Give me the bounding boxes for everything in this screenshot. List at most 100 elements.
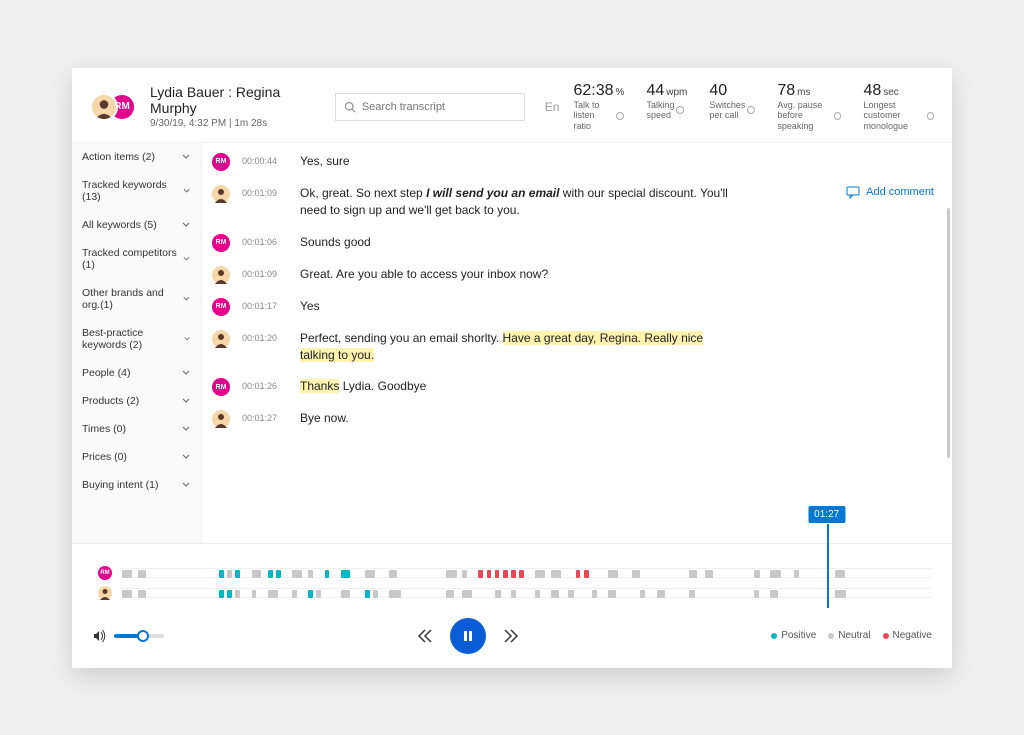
utterance-text: Perfect, sending you an email shorlty. H… xyxy=(300,330,730,365)
audio-segment xyxy=(219,590,224,598)
waveform-regina[interactable] xyxy=(122,568,932,578)
timestamp: 00:01:27 xyxy=(242,410,288,423)
legend-positive: Positive xyxy=(771,630,816,641)
info-icon[interactable] xyxy=(747,106,755,114)
audio-segment xyxy=(592,590,597,598)
transcript-row[interactable]: 00:01:09 Ok, great. So next step I will … xyxy=(212,185,934,220)
track-lydia xyxy=(122,584,932,602)
metric: 78ms Avg. pausebefore speaking xyxy=(777,82,841,132)
utterance-text: Thanks Lydia. Goodbye xyxy=(300,378,426,395)
sidebar-item-label: All keywords (5) xyxy=(82,219,157,231)
audio-segment xyxy=(122,570,132,578)
sidebar-item-label: Best-practice keywords (2) xyxy=(82,327,183,351)
audio-segment xyxy=(835,570,845,578)
transcript-row[interactable]: RM 00:01:17 Yes xyxy=(212,298,934,316)
speaker-avatar: RM xyxy=(212,234,230,252)
add-comment-button[interactable]: Add comment xyxy=(846,185,934,199)
audio-segment xyxy=(657,590,665,598)
dot-negative-icon xyxy=(883,633,889,639)
audio-segment xyxy=(551,590,559,598)
audio-segment xyxy=(770,570,781,578)
pause-button[interactable] xyxy=(450,618,486,654)
forward-button[interactable] xyxy=(502,627,520,645)
sidebar: Action items (2)Tracked keywords (13) All… xyxy=(72,143,202,543)
audio-segment xyxy=(632,570,640,578)
audio-segment xyxy=(219,570,224,578)
speaker-avatar: RM xyxy=(212,153,230,171)
transcript-row[interactable]: 00:01:20 Perfect, sending you an email s… xyxy=(212,330,934,365)
language-indicator[interactable]: En xyxy=(545,100,560,114)
sidebar-item[interactable]: Action items (2) xyxy=(72,143,201,171)
waveform-lydia[interactable] xyxy=(122,588,932,598)
info-icon[interactable] xyxy=(834,112,841,120)
page-title: Lydia Bauer : Regina Murphy xyxy=(150,84,321,116)
utterance-text: Great. Are you able to access your inbox… xyxy=(300,266,548,283)
audio-segment xyxy=(446,590,454,598)
scrollbar[interactable] xyxy=(947,208,950,458)
audio-segment xyxy=(373,590,378,598)
metric-value: 44wpm xyxy=(646,82,687,100)
sidebar-item[interactable]: All keywords (5) xyxy=(72,211,201,239)
audio-segment xyxy=(576,570,581,578)
audio-segment xyxy=(365,570,375,578)
transcript-row[interactable]: RM 00:01:26 Thanks Lydia. Goodbye xyxy=(212,378,934,396)
speaker-avatar xyxy=(212,266,230,284)
audio-segment xyxy=(770,590,778,598)
chevron-down-icon xyxy=(182,254,191,264)
sidebar-item[interactable]: Times (0) xyxy=(72,415,201,443)
timestamp: 00:01:20 xyxy=(242,330,288,343)
audio-segment xyxy=(689,590,695,598)
audio-segment xyxy=(551,570,561,578)
transcript-row[interactable]: RM 00:01:06 Sounds good xyxy=(212,234,934,252)
sidebar-item[interactable]: Other brands and org.(1) xyxy=(72,279,201,319)
sidebar-item[interactable]: Tracked keywords (13) xyxy=(72,171,201,211)
call-meta: 9/30/19, 4:32 PM | 1m 28s xyxy=(150,118,321,129)
sidebar-item-label: Buying intent (1) xyxy=(82,479,158,491)
volume-control[interactable] xyxy=(92,628,164,644)
transcript-row[interactable]: RM 00:00:44 Yes, sure xyxy=(212,153,934,171)
dot-positive-icon xyxy=(771,633,777,639)
sidebar-item[interactable]: Buying intent (1) xyxy=(72,471,201,499)
audio-segment xyxy=(252,570,262,578)
audio-segment xyxy=(495,570,500,578)
legend-neutral: Neutral xyxy=(828,630,870,641)
play-controls xyxy=(416,618,520,654)
sidebar-item[interactable]: Tracked competitors (1) xyxy=(72,239,201,279)
legend-negative: Negative xyxy=(883,630,932,641)
audio-segment xyxy=(608,570,618,578)
audio-segment xyxy=(754,570,760,578)
sidebar-item-label: Times (0) xyxy=(82,423,126,435)
info-icon[interactable] xyxy=(676,106,684,114)
transcript-row[interactable]: 00:01:27 Bye now. xyxy=(212,410,934,428)
info-icon[interactable] xyxy=(927,112,934,120)
speaker-avatar xyxy=(212,410,230,428)
audio-segment xyxy=(503,570,508,578)
audio-segment xyxy=(268,570,273,578)
info-icon[interactable] xyxy=(616,112,624,120)
metrics: 62:38% Talk tolisten ratio 44wpm Talking… xyxy=(573,82,934,132)
sidebar-item[interactable]: People (4) xyxy=(72,359,201,387)
utterance-text: Bye now. xyxy=(300,410,349,427)
audio-segment xyxy=(462,590,472,598)
sidebar-item[interactable]: Products (2) xyxy=(72,387,201,415)
audio-segment xyxy=(689,570,697,578)
audio-segment xyxy=(308,570,313,578)
rewind-button[interactable] xyxy=(416,627,434,645)
chevron-down-icon xyxy=(183,334,191,344)
metric-label: Talk tolisten ratio xyxy=(573,100,624,132)
search-box[interactable] xyxy=(335,93,525,121)
timeline[interactable]: RM 01:27 xyxy=(92,554,932,602)
audio-segment xyxy=(268,590,278,598)
volume-thumb[interactable] xyxy=(137,630,149,642)
metric-value: 48sec xyxy=(863,82,934,100)
metric-label: Talkingspeed xyxy=(646,100,687,122)
transcript-row[interactable]: 00:01:09 Great. Are you able to access y… xyxy=(212,266,934,284)
title-separator: : xyxy=(224,84,236,100)
playhead[interactable] xyxy=(827,524,829,608)
volume-slider[interactable] xyxy=(114,634,164,638)
search-input[interactable] xyxy=(362,101,516,113)
legend-neutral-label: Neutral xyxy=(838,630,870,641)
sidebar-item[interactable]: Best-practice keywords (2) xyxy=(72,319,201,359)
sidebar-item[interactable]: Prices (0) xyxy=(72,443,201,471)
timestamp: 00:00:44 xyxy=(242,153,288,166)
